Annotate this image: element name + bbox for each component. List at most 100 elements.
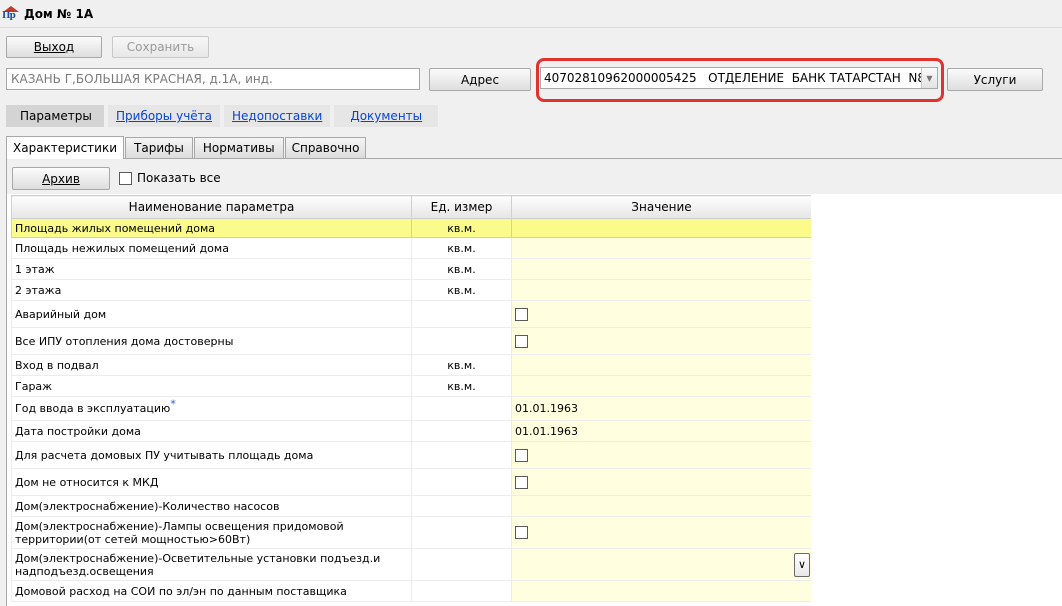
app-logo-icon: Пр	[2, 5, 20, 22]
param-value-cell[interactable]: 01.01.1963	[511, 420, 811, 442]
param-name: 1 этаж	[15, 262, 55, 276]
table-row[interactable]: Вход в подвал кв.м.	[11, 354, 811, 376]
param-value: 01.01.1963	[515, 402, 578, 415]
table-row[interactable]: 1 этаж кв.м.	[11, 258, 811, 280]
table-row[interactable]: Площадь жилых помещений дома кв.м.	[11, 218, 811, 238]
column-header-value[interactable]: Значение	[511, 195, 811, 219]
param-unit-cell	[411, 495, 512, 517]
table-row[interactable]: Дата постройки дома 01.01.1963	[11, 420, 811, 442]
bank-account-select[interactable]: 40702810962000005425 ОТДЕЛЕНИЕ БАНК ТАТА…	[540, 67, 938, 89]
chevron-down-icon[interactable]: ▼	[921, 68, 937, 88]
param-name-cell[interactable]: 2 этажа	[11, 279, 412, 301]
tab-reference[interactable]: Справочно	[284, 137, 367, 158]
param-value-cell[interactable]	[511, 495, 811, 517]
title-bar: Пр Дом № 1А	[0, 0, 1062, 28]
table-row[interactable]: Аварийный дом	[11, 300, 811, 328]
param-name: Вход в подвал	[15, 358, 99, 372]
bank-account-value: 40702810962000005425 ОТДЕЛЕНИЕ БАНК ТАТА…	[544, 71, 921, 85]
param-name-cell[interactable]: Площадь нежилых помещений дома	[11, 237, 412, 259]
param-value-cell[interactable]	[511, 441, 811, 469]
param-name-cell[interactable]: Дом(электроснабжение)-Лампы освещения пр…	[11, 516, 412, 549]
parameters-panel: Архив Показать все Наименование параметр…	[6, 159, 1062, 606]
tab-parameters[interactable]: Параметры	[6, 105, 104, 127]
param-name: Домовой расход на СОИ по эл/эн по данным…	[15, 584, 347, 598]
params-toolbar: Архив Показать все	[7, 159, 1062, 194]
param-name-cell[interactable]: Все ИПУ отопления дома достоверны	[11, 327, 412, 355]
param-name: Дом(электроснабжение)-Количество насосов	[15, 499, 280, 513]
table-row[interactable]: Гараж кв.м.	[11, 375, 811, 397]
address-button[interactable]: Адрес	[429, 68, 531, 91]
tab-undersupply[interactable]: Недопоставки	[224, 105, 331, 127]
table-row[interactable]: Для расчета домовых ПУ учитывать площадь…	[11, 441, 811, 469]
address-field[interactable]: КАЗАНЬ Г,БОЛЬШАЯ КРАСНАЯ, д.1А, инд.	[6, 68, 420, 90]
tab-documents[interactable]: Документы	[334, 105, 439, 127]
param-value-cell[interactable]	[511, 237, 811, 259]
param-value-cell[interactable]	[511, 279, 811, 301]
param-unit-cell	[411, 468, 512, 496]
table-row[interactable]: Площадь нежилых помещений дома кв.м.	[11, 237, 811, 259]
show-all-checkbox[interactable]	[119, 171, 132, 185]
param-name-cell[interactable]: Домовой расход на СОИ по эл/эн по данным…	[11, 580, 412, 602]
column-header-unit[interactable]: Ед. измер	[411, 195, 512, 219]
param-value-cell[interactable]	[511, 516, 811, 549]
param-value-cell[interactable]	[511, 354, 811, 376]
param-value-cell[interactable]	[511, 375, 811, 397]
param-value-checkbox[interactable]	[515, 475, 528, 489]
exit-button[interactable]: Выход	[6, 36, 102, 58]
column-header-name[interactable]: Наименование параметра	[11, 195, 412, 219]
param-value-cell[interactable]	[511, 258, 811, 280]
param-value-cell[interactable]: 01.01.1963	[511, 396, 811, 421]
table-row[interactable]: Дом не относится к МКД	[11, 468, 811, 496]
chevron-down-icon[interactable]: ∨	[794, 552, 810, 577]
table-row[interactable]: Все ИПУ отопления дома достоверны	[11, 327, 811, 355]
param-name-cell[interactable]: Гараж	[11, 375, 412, 397]
param-unit-cell: кв.м.	[411, 218, 512, 238]
param-value-cell[interactable]	[511, 218, 811, 238]
param-name-cell[interactable]: Вход в подвал	[11, 354, 412, 376]
param-name-cell[interactable]: Дата постройки дома	[11, 420, 412, 442]
param-name-cell[interactable]: Площадь жилых помещений дома	[11, 218, 412, 238]
param-value-checkbox[interactable]	[515, 526, 528, 540]
archive-button[interactable]: Архив	[12, 167, 110, 190]
table-row[interactable]: Дом(электроснабжение)-Лампы освещения пр…	[11, 516, 811, 549]
param-name: Все ИПУ отопления дома достоверны	[15, 334, 234, 348]
param-value-cell[interactable]	[511, 580, 811, 602]
param-value-cell[interactable]: ∨	[511, 548, 811, 581]
param-name: Дата постройки дома	[15, 424, 141, 438]
table-row[interactable]: Дом(электроснабжение)-Осветительные уста…	[11, 548, 811, 581]
param-unit-cell	[411, 580, 512, 602]
param-name: Гараж	[15, 379, 53, 393]
param-name-cell[interactable]: Дом не относится к МКД	[11, 468, 412, 496]
show-all-toggle[interactable]: Показать все	[119, 171, 221, 185]
services-button[interactable]: Услуги	[947, 68, 1043, 91]
save-button[interactable]: Сохранить	[112, 36, 209, 58]
param-value-checkbox[interactable]	[515, 307, 528, 321]
table-row[interactable]: Год ввода в эксплуатацию* 01.01.1963	[11, 396, 811, 421]
param-name: Аварийный дом	[15, 307, 107, 321]
param-unit-cell: кв.м.	[411, 258, 512, 280]
param-unit-cell	[411, 441, 512, 469]
table-row[interactable]: Дом(электроснабжение)-Количество насосов	[11, 495, 811, 517]
param-value-cell[interactable]	[511, 468, 811, 496]
param-name-cell[interactable]: Год ввода в эксплуатацию*	[11, 396, 412, 421]
param-value-cell[interactable]	[511, 300, 811, 328]
param-value-checkbox[interactable]	[515, 334, 528, 348]
param-unit-cell: кв.м.	[411, 237, 512, 259]
param-name-cell[interactable]: 1 этаж	[11, 258, 412, 280]
param-name-cell[interactable]: Дом(электроснабжение)-Осветительные уста…	[11, 548, 412, 581]
param-unit-cell: кв.м.	[411, 375, 512, 397]
param-name-cell[interactable]: Дом(электроснабжение)-Количество насосов	[11, 495, 412, 517]
param-name-cell[interactable]: Аварийный дом	[11, 300, 412, 328]
table-row[interactable]: Домовой расход на СОИ по эл/эн по данным…	[11, 580, 811, 602]
param-name: Площадь жилых помещений дома	[15, 221, 215, 235]
param-name-cell[interactable]: Для расчета домовых ПУ учитывать площадь…	[11, 441, 412, 469]
param-value-cell[interactable]	[511, 327, 811, 355]
tab-tariffs[interactable]: Тарифы	[125, 137, 193, 158]
show-all-label: Показать все	[137, 171, 221, 185]
tab-characteristics[interactable]: Характеристики	[6, 136, 125, 159]
tab-norms[interactable]: Нормативы	[193, 137, 284, 158]
param-name: Дом(электроснабжение)-Осветительные уста…	[15, 551, 381, 578]
param-value-checkbox[interactable]	[515, 448, 528, 462]
table-row[interactable]: 2 этажа кв.м.	[11, 279, 811, 301]
tab-meters[interactable]: Приборы учёта	[108, 105, 221, 127]
